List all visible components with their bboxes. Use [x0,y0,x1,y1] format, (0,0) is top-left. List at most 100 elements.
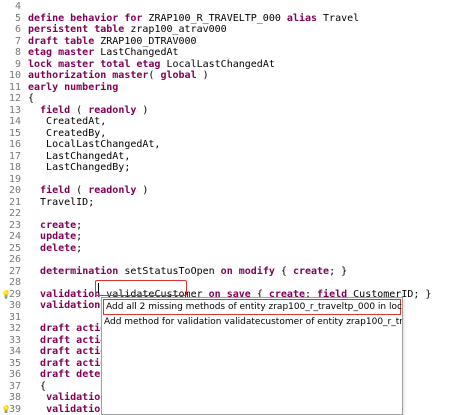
code-text: validation [28,392,112,404]
code-line[interactable]: 6 persistent table zrap100_atrav000 [0,24,474,36]
code-line[interactable]: 28 [0,277,474,289]
code-token: ; [76,242,83,254]
code-text: lock master total etag LocalLastChangedA… [28,59,275,71]
code-line[interactable]: 15 CreatedBy, [0,128,474,140]
keyword-token: persistent table [28,24,131,35]
line-number: 31 [8,311,21,323]
line-number: 32 [8,323,21,334]
line-number: 22 [8,208,21,219]
code-line[interactable]: 18 LastChangedBy; [0,162,474,174]
code-text: CreatedBy, [28,128,106,140]
line-number: 8 [14,47,21,58]
code-text: TravelID; [28,197,94,209]
line-number: 37 [8,380,21,392]
code-line[interactable]: 26 [0,254,474,266]
code-line[interactable]: 23 create; [0,220,474,232]
code-line[interactable]: 11 early numbering [0,82,474,94]
line-number: 13 [8,104,21,116]
keyword-token: global [160,70,203,81]
code-line[interactable]: 22 [0,208,474,220]
line-number: 6 [14,24,21,35]
code-line[interactable]: 10 authorization master( global ) [0,70,474,82]
code-token: ) [142,185,149,196]
quick-fix-add-validation-method[interactable]: Add method for validation validatecustom… [102,315,402,329]
keyword-token: define behavior for [28,12,149,24]
code-line[interactable]: 17 LastChangedAt, [0,151,474,163]
code-text: { [28,381,46,393]
code-token: { [28,380,47,392]
line-number: 27 [8,265,21,277]
line-number: 10 [8,70,21,81]
code-line[interactable]: 21 TravelID; [0,197,474,209]
code-token: LocalLastChangedAt, [28,139,161,150]
keyword-token: lock master total etag [28,58,167,70]
code-line[interactable]: 4 [0,1,474,13]
code-line[interactable]: 25 delete; [0,243,474,255]
code-text: { [28,93,34,105]
line-number: 39 [8,403,21,414]
code-line[interactable]: 8 etag master LastChangedAt [0,47,474,59]
code-text: field ( readonly ) [28,185,148,197]
code-token: ( [76,185,89,196]
code-line[interactable]: 27 determination setStatusToOpen on modi… [0,266,474,278]
code-text: update; [28,231,82,243]
keyword-token: on modify [220,265,281,277]
code-line[interactable]: 14 CreatedAt, [0,116,474,128]
quick-fix-popup[interactable]: Add all 2 missing methods of entity zrap… [101,297,403,415]
code-text: draft table ZRAP100_DTRAV000 [28,36,197,48]
line-number: 12 [8,93,21,104]
code-token: LastChangedBy; [28,162,131,173]
keyword-token: alias [286,12,324,24]
keyword-token: delete [40,242,77,254]
code-text: persistent table zrap100_atrav000 [28,24,227,36]
line-number: 36 [8,369,21,380]
code-line[interactable]: 20 field ( readonly ) [0,185,474,197]
code-text: validation v [28,300,112,312]
line-number: 14 [8,116,21,127]
code-line[interactable]: 7 draft table ZRAP100_DTRAV000 [0,36,474,48]
code-line[interactable]: 16 LocalLastChangedAt, [0,139,474,151]
code-text: delete; [28,243,82,255]
line-number: 7 [14,35,21,47]
keyword-token: field [40,104,77,116]
line-number: 29 [8,288,21,300]
keyword-token: validation [40,300,107,311]
code-token: Travel [323,12,360,24]
code-line[interactable]: 9 lock master total etag LocalLastChanged… [0,59,474,71]
keyword-token: early numbering [28,81,119,93]
code-line[interactable]: 24 update; [0,231,474,243]
code-text: etag master LastChangedAt [28,47,179,59]
code-line[interactable]: 5 define behavior for ZRAP100_R_TRAVELTP_… [0,13,474,25]
line-number: 23 [8,219,21,231]
code-line[interactable]: 19 [0,174,474,186]
code-text: draft action [28,323,112,335]
code-text: field ( readonly ) [28,105,148,117]
line-number: 28 [8,277,21,288]
line-number: 38 [8,392,21,403]
line-number: 5 [14,12,21,24]
keyword-token: determination [40,265,125,277]
code-line[interactable]: 13 field ( readonly ) [0,105,474,117]
line-number: 11 [8,81,21,93]
code-text: draft action [28,335,112,347]
line-number: 4 [14,1,21,12]
line-number: 18 [8,162,21,173]
code-token: { [280,265,293,277]
keyword-token: etag master [28,47,101,58]
quick-fix-add-all-methods[interactable]: Add all 2 missing methods of entity zrap… [103,299,402,315]
code-text: create; [28,220,82,232]
line-number: 35 [8,357,21,369]
line-number: 26 [8,254,21,265]
code-line[interactable]: 12 { [0,93,474,105]
code-text: validation [28,404,112,414]
keyword-token: update [40,231,77,242]
code-text: LastChangedAt, [28,151,130,163]
